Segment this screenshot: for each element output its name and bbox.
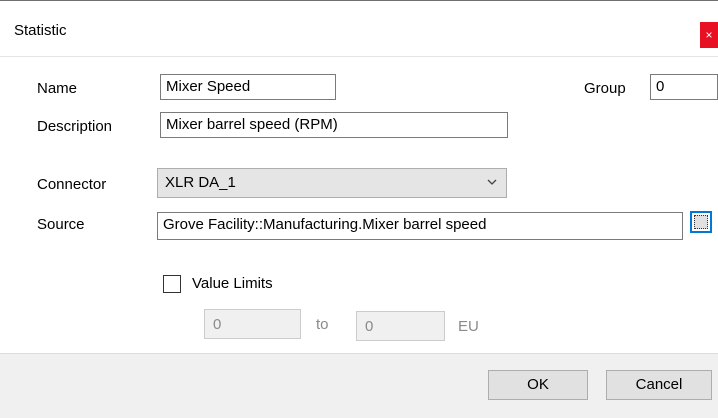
description-label: Description [37,118,113,135]
name-label: Name [37,80,78,97]
cancel-button[interactable]: Cancel [606,370,712,400]
ok-button[interactable]: OK [488,370,588,400]
name-input[interactable]: Mixer Speed [160,74,336,100]
limit-unit-label: EU [458,318,479,335]
ellipsis-icon [694,215,708,229]
limit-min-input[interactable]: 0 [204,309,301,339]
source-input[interactable]: Grove Facility::Manufacturing.Mixer barr… [157,212,683,240]
window-border [0,0,718,1]
group-label: Group [584,80,626,97]
value-limits-label: Value Limits [192,275,273,292]
browse-source-button[interactable] [690,211,712,233]
close-button[interactable]: × [700,22,718,48]
connector-label: Connector [37,176,107,193]
group-input[interactable]: 0 [650,74,718,100]
limit-max-input[interactable]: 0 [356,311,445,341]
statistic-dialog: Statistic × Name Mixer Speed Group 0 Des… [0,0,718,418]
source-label: Source [37,216,85,233]
connector-selected-value: XLR DA_1 [165,174,236,191]
dialog-title: Statistic [14,22,67,39]
description-input[interactable]: Mixer barrel speed (RPM) [160,112,508,138]
connector-dropdown[interactable]: XLR DA_1 [157,168,507,198]
value-limits-checkbox[interactable] [163,275,181,293]
dialog-footer: OK Cancel [0,353,718,418]
title-divider [0,56,718,57]
limit-to-label: to [316,316,329,333]
chevron-down-icon [487,179,497,185]
